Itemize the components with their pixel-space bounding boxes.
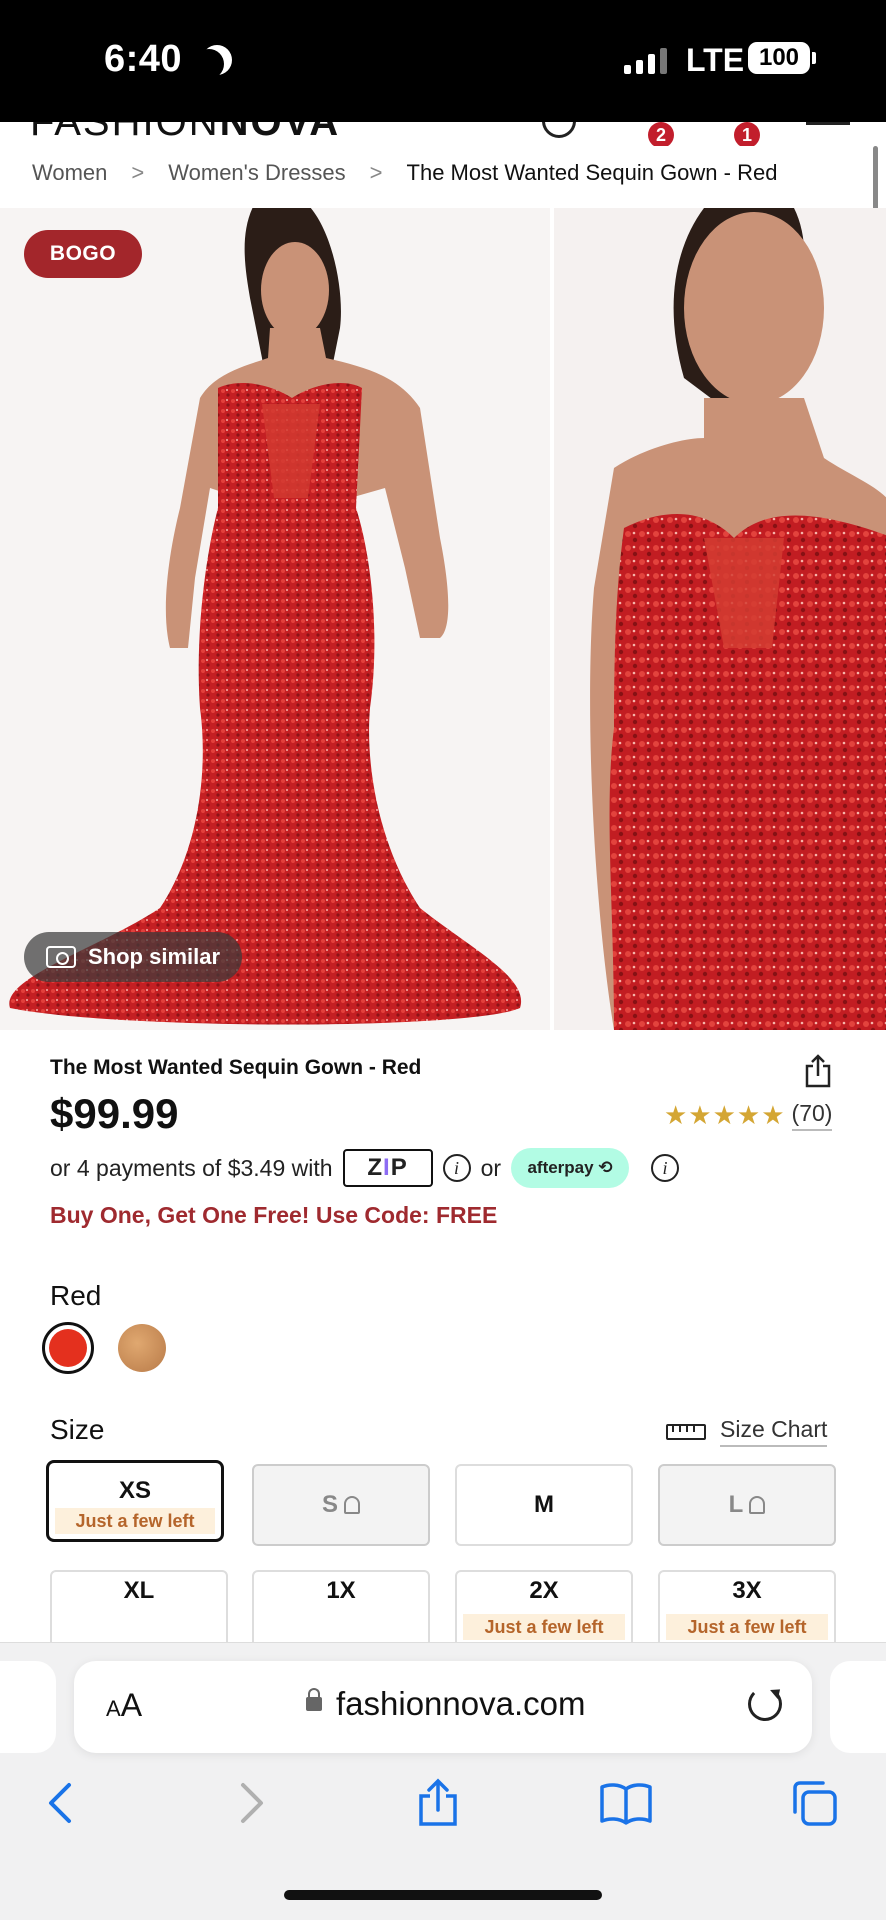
review-count-link[interactable]: (70)	[791, 1100, 833, 1131]
size-option-s[interactable]: S	[252, 1464, 430, 1546]
product-image-carousel[interactable]: BOGO Shop similar	[0, 208, 886, 1030]
product-price: $99.99	[50, 1090, 179, 1137]
breadcrumb: Women > Women's Dresses > The Most Wante…	[32, 160, 777, 186]
size-option-m[interactable]: M	[455, 1464, 633, 1546]
rating[interactable]: ★★★★★ (70)	[664, 1100, 833, 1131]
text-size-button[interactable]: AA	[106, 1687, 142, 1724]
size-xs-label: XS	[118, 1477, 151, 1504]
size-m-label: M	[534, 1491, 554, 1518]
wishlist-count-badge[interactable]: 2	[648, 122, 674, 146]
menu-icon[interactable]	[806, 122, 850, 125]
url-text[interactable]: fashionnova.com	[336, 1685, 585, 1723]
afterpay-logo[interactable]: afterpay ⟲	[511, 1148, 630, 1188]
gown-closeup-illustration	[590, 208, 886, 1030]
bell-icon	[749, 1496, 766, 1514]
battery-level: 100	[758, 44, 800, 71]
share-icon[interactable]	[804, 1054, 832, 1088]
home-indicator[interactable]	[284, 1890, 602, 1900]
network-type: LTE	[686, 42, 745, 78]
do-not-disturb-moon-icon	[194, 49, 224, 79]
size-option-l[interactable]: L	[658, 1464, 836, 1546]
installments-text: or 4 payments of $3.49 with	[50, 1154, 333, 1181]
address-bar[interactable]: AA fashionnova.com	[74, 1661, 812, 1753]
battery-icon: 100	[748, 42, 810, 74]
size-xl-label: XL	[123, 1577, 155, 1604]
previous-tab-preview[interactable]	[0, 1661, 56, 1753]
lock-icon	[306, 1688, 322, 1711]
promo-text: Buy One, Get One Free! Use Code: FREE	[50, 1202, 498, 1228]
site-header: FASHIONNOVA 2 1	[0, 122, 886, 146]
bell-icon	[344, 1496, 360, 1514]
clock-text: 6:40	[104, 38, 183, 80]
size-option-1x[interactable]: 1X	[252, 1570, 430, 1652]
status-bar: 6:40 LTE 100	[0, 0, 886, 122]
chevron-right-icon: >	[369, 160, 383, 185]
low-stock-note: Just a few left	[463, 1614, 625, 1640]
breadcrumb-women[interactable]: Women	[32, 160, 107, 186]
star-rating-icons: ★★★★★	[664, 1100, 786, 1130]
reload-icon[interactable]	[748, 1687, 782, 1721]
shop-similar-label: Shop similar	[88, 944, 221, 969]
breadcrumb-womens-dresses[interactable]: Women's Dresses	[168, 160, 345, 186]
product-image-closeup[interactable]	[554, 208, 886, 1030]
size-option-xl[interactable]: XL	[50, 1570, 228, 1652]
shop-similar-button[interactable]: Shop similar	[24, 932, 243, 982]
zip-info-icon[interactable]: i	[442, 1154, 471, 1182]
size-l-label: L	[729, 1491, 766, 1519]
color-label: Red	[50, 1280, 102, 1311]
size-3x-label: 3X	[732, 1577, 762, 1604]
product-title: The Most Wanted Sequin Gown - Red	[50, 1056, 422, 1079]
ruler-icon	[666, 1423, 706, 1440]
product-image-front[interactable]: BOGO Shop similar	[0, 208, 550, 1030]
bookmarks-icon[interactable]	[596, 1773, 656, 1833]
size-chart-label: Size Chart	[720, 1416, 828, 1447]
camera-icon	[46, 946, 76, 968]
gown-illustration	[9, 208, 522, 1025]
size-option-xs[interactable]: XS Just a few left	[46, 1460, 224, 1542]
account-icon[interactable]	[542, 122, 576, 138]
tabs-icon[interactable]	[784, 1773, 844, 1833]
size-label: Size	[50, 1414, 105, 1445]
cart-count-badge[interactable]: 1	[734, 122, 760, 146]
zip-logo[interactable]: ZIP	[342, 1149, 433, 1187]
size-1x-label: 1X	[326, 1577, 356, 1604]
or-text: or	[480, 1154, 502, 1181]
browser-toolbar: AA fashionnova.com	[0, 1642, 886, 1920]
chevron-right-icon: >	[131, 160, 145, 185]
size-s-label: S	[322, 1491, 360, 1519]
next-tab-preview[interactable]	[830, 1661, 886, 1753]
fashion-nova-logo[interactable]: FASHIONNOVA	[30, 122, 340, 145]
breadcrumb-current: The Most Wanted Sequin Gown - Red	[406, 160, 778, 185]
battery-nub	[812, 52, 816, 64]
color-swatch-red[interactable]	[42, 1322, 94, 1374]
installment-payments: or 4 payments of $3.49 with ZIP i or aft…	[50, 1148, 689, 1188]
low-stock-note: Just a few left	[666, 1614, 828, 1640]
low-stock-note: Just a few left	[55, 1508, 215, 1534]
bogo-badge: BOGO	[24, 230, 142, 278]
forward-button[interactable]	[222, 1773, 282, 1833]
size-2x-label: 2X	[529, 1577, 559, 1604]
cellular-signal-icon	[624, 48, 667, 74]
status-time: 6:40	[104, 38, 230, 81]
size-chart-link[interactable]: Size Chart	[666, 1416, 828, 1447]
afterpay-info-icon[interactable]: i	[651, 1154, 680, 1182]
back-button[interactable]	[30, 1773, 90, 1833]
color-swatch-gold[interactable]	[118, 1324, 166, 1372]
size-option-2x[interactable]: 2X Just a few left	[455, 1570, 633, 1652]
size-option-3x[interactable]: 3X Just a few left	[658, 1570, 836, 1652]
share-button[interactable]	[408, 1773, 468, 1833]
